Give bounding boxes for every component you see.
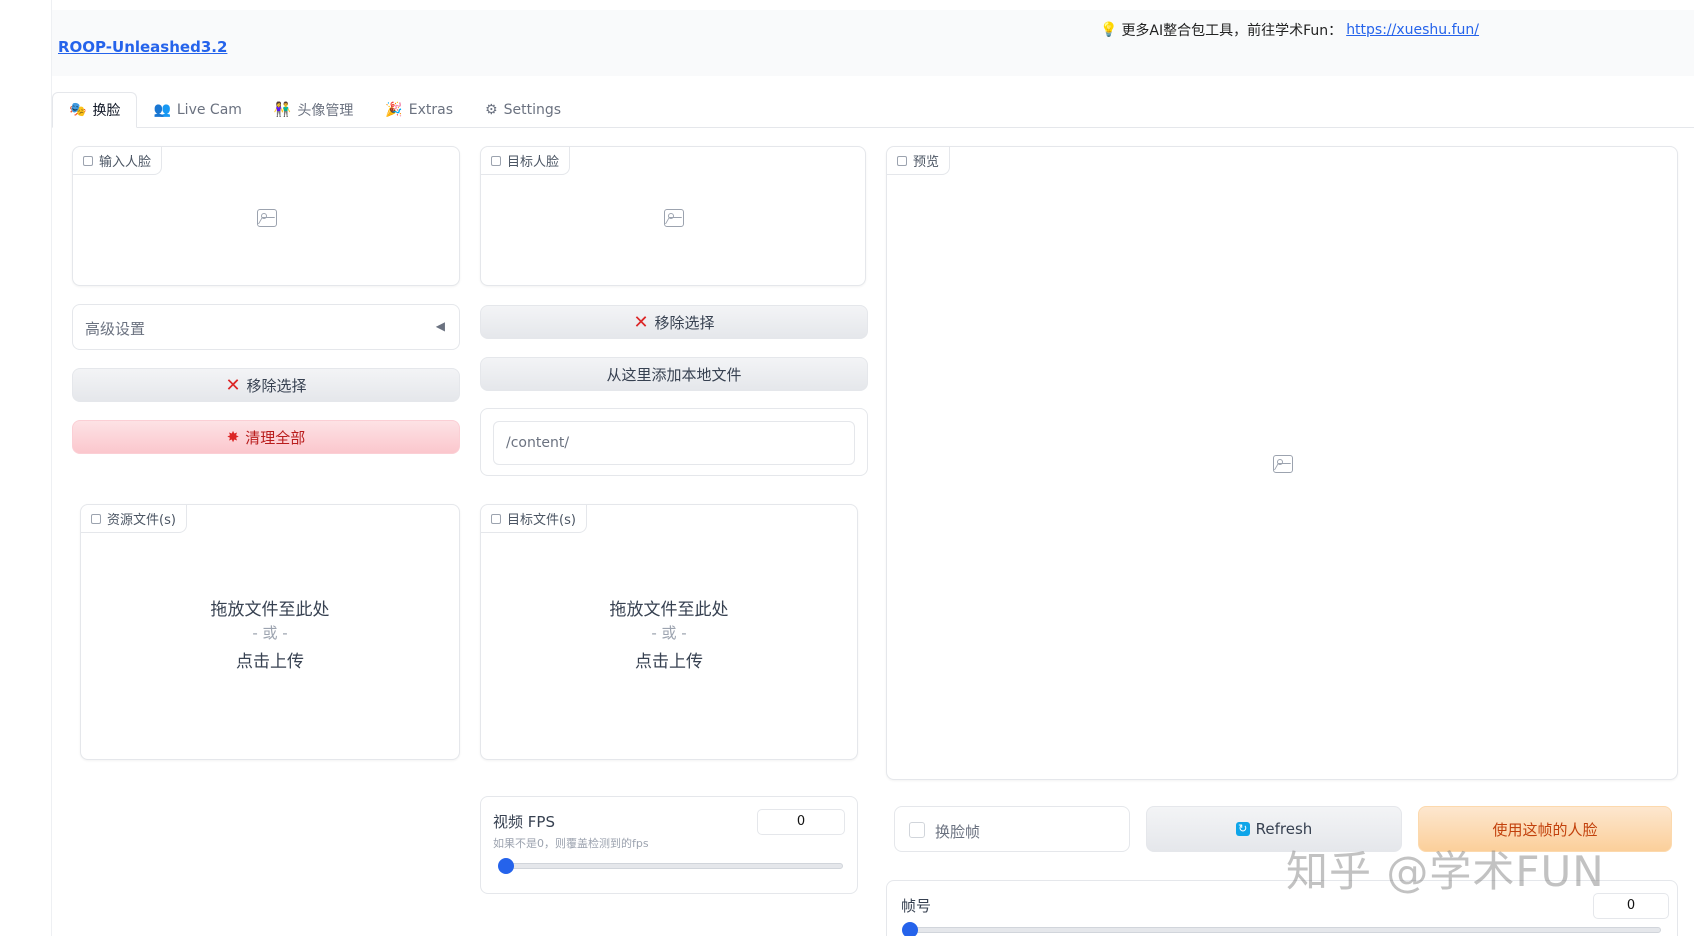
fps-slider[interactable] [498, 858, 843, 874]
frame-slider-thumb[interactable] [902, 922, 918, 936]
fps-slider-thumb[interactable] [498, 858, 514, 874]
frame-number-title: 帧号 [901, 897, 932, 915]
button-label: 清理全部 [245, 428, 306, 447]
fps-title: 视频 FPS [493, 813, 555, 831]
click-upload-text: 点击上传 [635, 652, 703, 672]
party-icon: 🎉 [385, 102, 403, 118]
tab-label: Settings [503, 102, 562, 118]
add-local-files-button[interactable]: 从这里添加本地文件 [480, 357, 868, 391]
gear-icon: ⚙ [485, 102, 498, 118]
path-input[interactable] [493, 421, 855, 465]
tab-settings[interactable]: ⚙ Settings [469, 92, 577, 128]
image-label-icon [83, 155, 93, 166]
promo-text: 更多AI整合包工具，前往学术Fun： [1121, 23, 1343, 39]
target-face-label: 目标人脸 [481, 147, 571, 175]
target-files-upload[interactable]: 目标文件(s) 拖放文件至此处 - 或 - 点击上传 [480, 504, 858, 760]
input-face-label: 输入人脸 [73, 147, 163, 175]
frame-number-slider[interactable] [902, 922, 1661, 936]
input-face-upload[interactable]: 输入人脸 [72, 146, 460, 286]
swap-frame-checkbox[interactable] [909, 822, 925, 838]
button-label: Refresh [1255, 820, 1313, 838]
refresh-icon: ↻ [1235, 822, 1250, 836]
remove-selection-button[interactable]: ✕ 移除选择 [72, 368, 460, 402]
or-text: - 或 - [252, 624, 288, 642]
label-text: 输入人脸 [99, 155, 152, 170]
label-text: 目标文件(s) [507, 513, 576, 528]
target-files-label: 目标文件(s) [481, 505, 587, 533]
path-textbox-block [480, 408, 868, 476]
label-text: 目标人脸 [507, 155, 560, 170]
or-text: - 或 - [651, 624, 687, 642]
image-placeholder-icon [1273, 455, 1293, 473]
close-icon: ✕ [225, 374, 241, 396]
app-page: ROOP-Unleashed3.2 💡 更多AI整合包工具，前往学术Fun： h… [0, 0, 1694, 936]
source-files-upload[interactable]: 资源文件(s) 拖放文件至此处 - 或 - 点击上传 [80, 504, 460, 760]
lightbulb-icon: 💡 [1100, 22, 1118, 38]
advanced-settings-accordion[interactable]: 高级设置 ◀ [72, 304, 460, 350]
promo-banner: 💡 更多AI整合包工具，前往学术Fun： https://xueshu.fun/ [1100, 20, 1479, 40]
image-label-icon [897, 155, 907, 166]
source-files-label: 资源文件(s) [81, 505, 187, 533]
file-label-icon [91, 513, 101, 524]
drop-text: 拖放文件至此处 [609, 600, 729, 620]
tab-label: Extras [408, 102, 454, 118]
faces-icon: 👫 [273, 102, 292, 118]
app-title-link[interactable]: ROOP-Unleashed3.2 [58, 38, 227, 56]
swap-frame-checkbox-block: 换脸帧 [894, 806, 1130, 852]
button-label: 使用这帧的人脸 [1492, 820, 1598, 839]
tab-live-cam[interactable]: 👥 Live Cam [137, 92, 257, 128]
tab-extras[interactable]: 🎉 Extras [369, 92, 469, 128]
label-text: 预览 [913, 155, 940, 170]
button-label: 移除选择 [654, 313, 715, 332]
watermark-text: 知乎 @学术FUN [1286, 847, 1605, 896]
drop-text: 拖放文件至此处 [210, 600, 330, 620]
people-icon: 👥 [153, 102, 171, 118]
label-text: 资源文件(s) [107, 513, 176, 528]
header-bar: ROOP-Unleashed3.2 💡 更多AI整合包工具，前往学术Fun： h… [52, 10, 1694, 76]
button-label: 从这里添加本地文件 [606, 365, 742, 384]
collision-icon: ✸ [226, 428, 240, 446]
image-placeholder-icon [664, 209, 684, 227]
tab-label: 头像管理 [297, 103, 354, 119]
checkbox-label: 换脸帧 [935, 823, 981, 841]
video-fps-block: 视频 FPS 如果不是0，则覆盖检测到的fps 0 [480, 796, 858, 894]
tab-label: Live Cam [176, 102, 242, 118]
tab-label: 换脸 [92, 103, 121, 119]
fps-info: 如果不是0，则覆盖检测到的fps [493, 837, 649, 850]
remove-target-selection-button[interactable]: ✕ 移除选择 [480, 305, 868, 339]
button-label: 移除选择 [246, 376, 307, 395]
image-placeholder-icon [257, 209, 277, 227]
tab-face-manager[interactable]: 👫 头像管理 [258, 92, 369, 128]
close-icon: ✕ [633, 311, 649, 333]
left-margin [0, 0, 52, 936]
image-label-icon [491, 155, 501, 166]
tab-face-swap[interactable]: 🎭 换脸 [52, 92, 138, 128]
preview-panel: 预览 [886, 146, 1678, 780]
target-face-upload[interactable]: 目标人脸 [480, 146, 866, 286]
masks-icon: 🎭 [69, 102, 87, 118]
promo-link[interactable]: https://xueshu.fun/ [1346, 22, 1479, 38]
fps-number-input[interactable]: 0 [757, 809, 845, 835]
collapse-arrow-icon: ◀ [435, 319, 445, 333]
click-upload-text: 点击上传 [236, 652, 304, 672]
accordion-label: 高级设置 [85, 320, 146, 338]
preview-label: 预览 [887, 147, 951, 175]
file-label-icon [491, 513, 501, 524]
tab-bar: 🎭 换脸 👥 Live Cam 👫 头像管理 🎉 Extras ⚙ Settin… [52, 92, 1694, 128]
clear-all-button[interactable]: ✸ 清理全部 [72, 420, 460, 454]
